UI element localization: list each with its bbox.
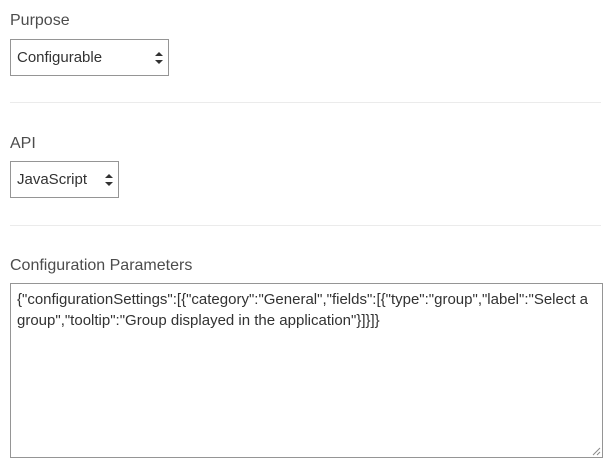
purpose-selected-value: Configurable (17, 49, 103, 66)
api-select[interactable]: JavaScript (10, 161, 119, 198)
configuration-parameters-value: {"configurationSettings":[{"category":"G… (17, 291, 589, 329)
api-selected-value: JavaScript (17, 171, 88, 188)
section-divider (10, 225, 601, 226)
updown-chevron-icon (155, 51, 163, 64)
resize-grip-icon[interactable] (591, 446, 601, 456)
section-divider (10, 102, 601, 103)
api-label: API (10, 135, 36, 152)
purpose-label: Purpose (10, 12, 70, 29)
configuration-parameters-label: Configuration Parameters (10, 257, 193, 274)
configuration-parameters-textarea[interactable]: {"configurationSettings":[{"category":"G… (10, 283, 603, 458)
purpose-select[interactable]: Configurable (10, 39, 169, 76)
updown-chevron-icon (105, 173, 113, 186)
